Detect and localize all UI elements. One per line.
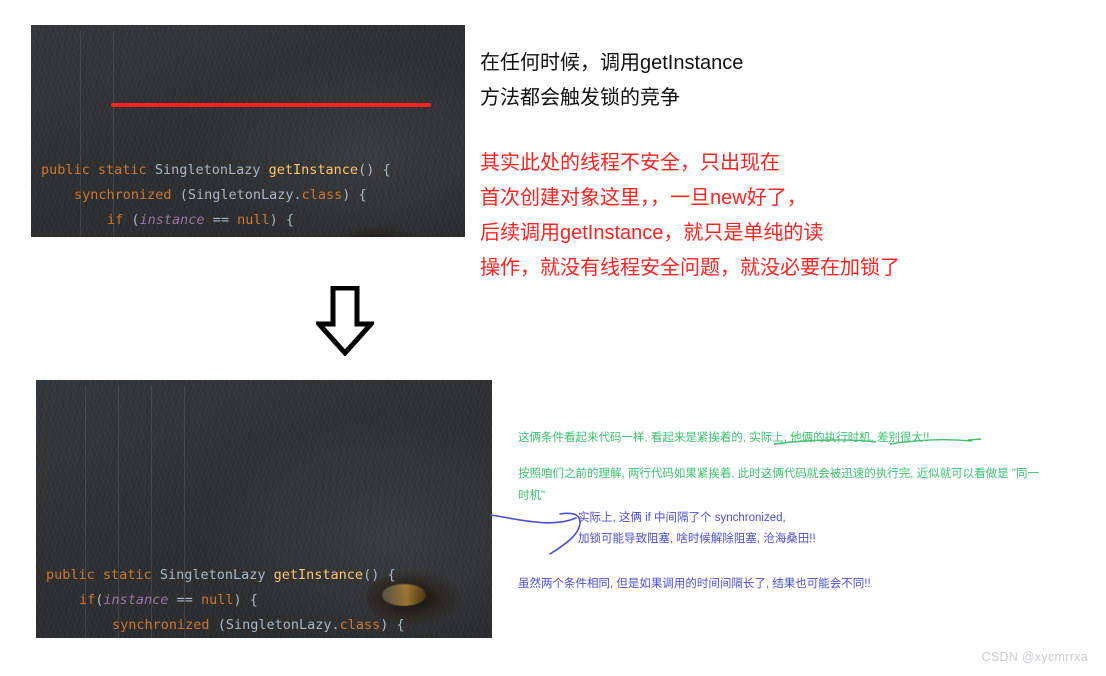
code-block-bottom: public static SingletonLazy getInstance(… <box>36 380 492 638</box>
code-line: public static SingletonLazy getInstance(… <box>36 563 492 588</box>
code-token: if <box>79 592 96 608</box>
code-line: synchronized (SingletonLazy.class) { <box>31 183 465 208</box>
code-token: public <box>41 162 90 178</box>
code-token: ) { <box>269 212 294 228</box>
code-line: public static SingletonLazy getInstance(… <box>31 158 465 183</box>
code-token: ( <box>217 617 226 633</box>
code-token: null <box>237 212 270 228</box>
code-token: ) { <box>380 617 405 633</box>
code-bottom-lines: public static SingletonLazy getInstance(… <box>36 555 492 638</box>
code-line: synchronized (SingletonLazy.class) { <box>36 613 492 638</box>
code-token: static <box>97 162 147 178</box>
note-blue-text-2: 虽然两个条件相同, 但是如果调用的时间间隔长了, 结果也可能会不同!! <box>518 578 871 590</box>
note-black-text: 在任何时候，调用getInstance 方法都会触发锁的竞争 <box>480 52 744 109</box>
code-block-top: public static SingletonLazy getInstance(… <box>31 25 465 237</box>
code-token: static <box>102 567 152 583</box>
code-line: if(instance == null) { <box>36 588 492 613</box>
code-token: ( <box>123 212 140 228</box>
code-token: if <box>107 212 124 228</box>
hollow-down-arrow-icon <box>316 286 374 356</box>
code-token: synchronized <box>74 187 172 203</box>
code-token: ( <box>179 187 188 203</box>
code-token: getInstance <box>273 567 364 583</box>
code-token: () { <box>363 567 396 583</box>
code-token: synchronized <box>112 617 210 633</box>
code-token: public <box>46 567 95 583</box>
code-token: instance <box>139 212 205 228</box>
code-line: instance = new SingletonLazy(); <box>31 233 465 237</box>
note-blue-text-1: 实际上, 这俩 if 中间隔了个 synchronized, 加锁可能导致阻塞,… <box>578 512 816 545</box>
code-token: getInstance <box>268 162 359 178</box>
csdn-watermark: CSDN @xycmrrxa <box>981 650 1088 664</box>
green-handdrawn-underline-1 <box>773 438 982 445</box>
code-top-lines: public static SingletonLazy getInstance(… <box>31 150 465 237</box>
code-token: () { <box>358 162 391 178</box>
code-token: == <box>204 212 238 228</box>
code-token: class <box>339 617 381 633</box>
code-token: SingletonLazy <box>187 187 294 203</box>
code-token: SingletonLazy <box>225 617 332 633</box>
code-token: . <box>293 187 302 203</box>
code-token: == <box>168 592 201 608</box>
code-token: null <box>200 592 234 608</box>
note-red-text: 其实此处的线程不安全，只出现在 首次创建对象这里，，一旦new好了， 后续调用g… <box>480 152 900 279</box>
code-token: SingletonLazy <box>159 567 266 583</box>
note-green-text-2: 按照咱们之前的理解, 两行代码如果紧挨着, 此时这俩代码就会被迅速的执行完, 近… <box>518 468 1039 502</box>
code-token: instance <box>103 592 169 608</box>
red-marker-underline <box>111 103 431 107</box>
code-token: class <box>301 187 343 203</box>
code-token: . <box>331 617 340 633</box>
code-token: ) { <box>342 187 367 203</box>
code-token: SingletonLazy <box>154 162 261 178</box>
code-token: ) { <box>233 592 258 608</box>
code-line: if (instance == null) { <box>31 208 465 233</box>
